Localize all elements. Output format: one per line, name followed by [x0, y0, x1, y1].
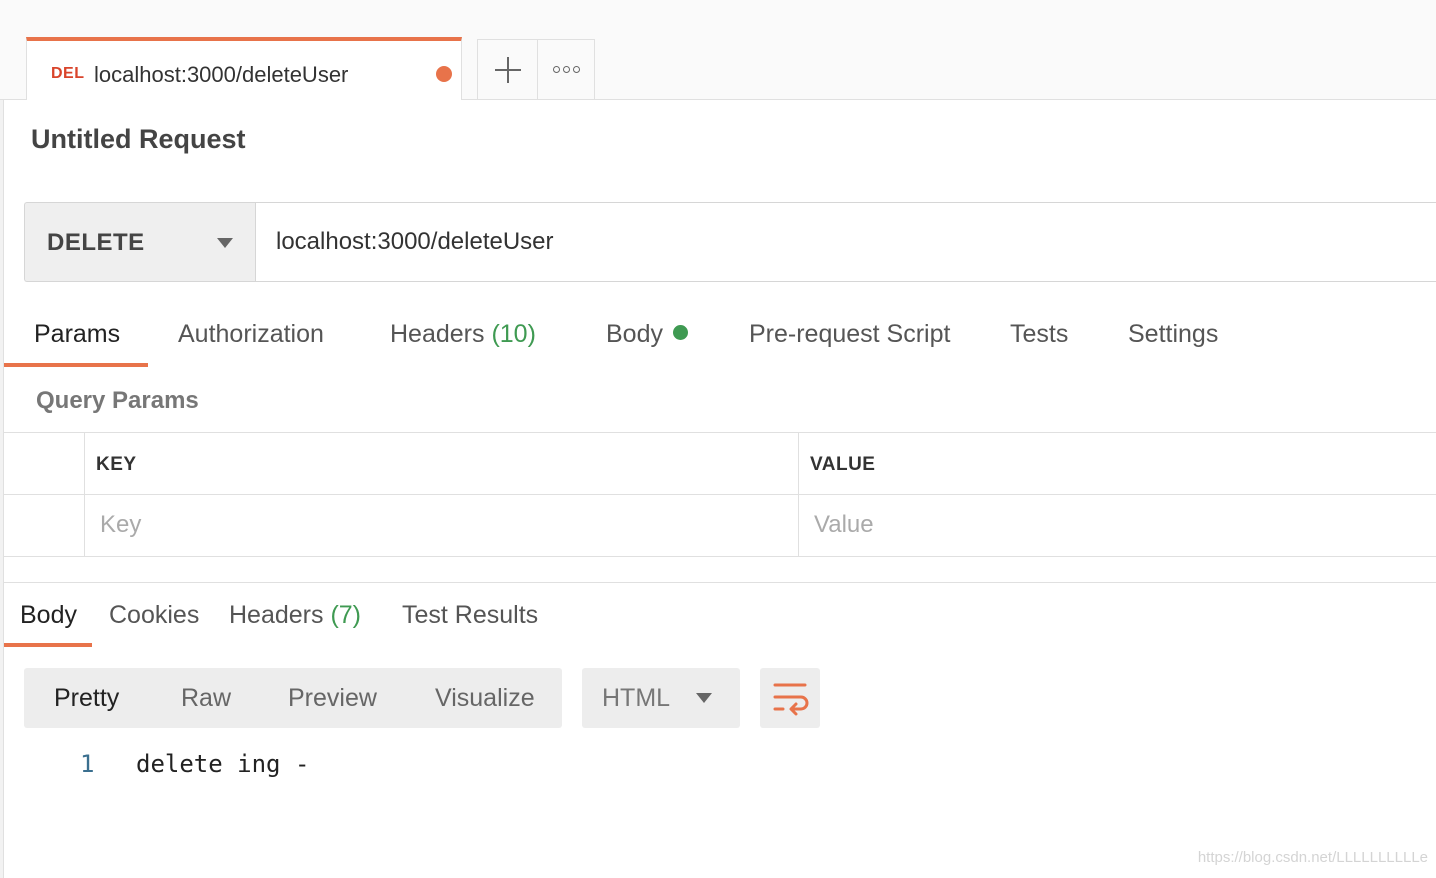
tab-strip: DEL localhost:3000/deleteUser — [0, 0, 1436, 100]
tab-tests-label: Tests — [1010, 320, 1069, 348]
active-tab-underline — [4, 363, 148, 367]
more-options-icon — [552, 66, 580, 73]
param-key-input[interactable]: Key — [100, 511, 141, 539]
tab-authorization[interactable]: Authorization — [178, 320, 324, 349]
wrap-lines-icon — [773, 683, 809, 716]
divider — [84, 433, 85, 556]
column-header-key: KEY — [96, 454, 137, 475]
postman-window: DEL localhost:3000/deleteUser Untitled R… — [0, 0, 1436, 878]
request-name[interactable]: Untitled Request — [31, 124, 246, 155]
tab-body[interactable]: Body — [606, 320, 688, 349]
chevron-down-icon — [696, 693, 712, 703]
response-tab-headers-label: Headers — [229, 601, 324, 629]
response-tab-body[interactable]: Body — [20, 601, 77, 630]
response-tab-test-results-label: Test Results — [402, 601, 539, 629]
tab-pre-request-script[interactable]: Pre-request Script — [749, 320, 950, 349]
param-value-input[interactable]: Value — [814, 511, 874, 539]
divider — [798, 433, 799, 556]
wrap-lines-button[interactable] — [760, 668, 820, 728]
plus-icon — [495, 56, 521, 83]
tab-more-button[interactable] — [537, 39, 595, 99]
watermark: https://blog.csdn.net/LLLLLLLLLLe — [1197, 849, 1428, 866]
tab-method-badge: DEL — [51, 65, 85, 82]
view-mode-raw[interactable]: Raw — [181, 684, 231, 713]
body-status-dot-icon — [672, 325, 688, 340]
response-view-mode-group: Pretty Raw Preview Visualize — [24, 668, 562, 728]
response-tab-cookies-label: Cookies — [109, 601, 200, 629]
tab-settings-label: Settings — [1128, 320, 1219, 348]
tab-title: localhost:3000/deleteUser — [94, 62, 349, 87]
unsaved-dot-icon — [436, 66, 452, 82]
response-format-label: HTML — [602, 684, 671, 712]
active-response-tab-underline — [4, 643, 92, 647]
tab-headers[interactable]: Headers (10) — [390, 320, 536, 349]
view-mode-pretty[interactable]: Pretty — [54, 684, 119, 713]
line-number: 1 — [80, 750, 95, 778]
response-tab-cookies[interactable]: Cookies — [109, 601, 199, 630]
tab-headers-label: Headers — [390, 320, 485, 348]
url-input[interactable] — [255, 202, 1436, 282]
method-dropdown-label: DELETE — [47, 229, 145, 256]
method-dropdown[interactable]: DELETE — [24, 202, 256, 282]
response-format-dropdown[interactable]: HTML — [582, 668, 740, 728]
view-mode-visualize[interactable]: Visualize — [435, 684, 535, 713]
divider — [4, 556, 1436, 557]
response-divider — [4, 582, 1436, 583]
new-tab-button[interactable] — [477, 39, 538, 99]
chevron-down-icon — [217, 238, 233, 248]
request-tab-active[interactable]: DEL localhost:3000/deleteUser — [26, 37, 462, 100]
query-params-title: Query Params — [36, 387, 199, 414]
tab-params-label: Params — [34, 320, 121, 348]
response-tab-test-results[interactable]: Test Results — [402, 601, 538, 630]
left-sidebar-edge — [0, 0, 4, 878]
divider — [4, 494, 1436, 495]
response-tab-headers[interactable]: Headers (7) — [229, 601, 361, 630]
tab-params[interactable]: Params — [34, 320, 120, 349]
view-mode-preview[interactable]: Preview — [288, 684, 377, 713]
response-code-line: delete ing - — [136, 750, 310, 778]
tab-tests[interactable]: Tests — [1010, 320, 1068, 349]
tab-body-label: Body — [606, 320, 663, 348]
divider — [4, 432, 1436, 433]
tab-settings[interactable]: Settings — [1128, 320, 1218, 349]
tab-authorization-label: Authorization — [178, 320, 324, 348]
column-header-value: VALUE — [810, 454, 876, 475]
tab-headers-count: (10) — [491, 320, 536, 348]
response-tab-body-label: Body — [20, 601, 77, 629]
tab-pre-request-label: Pre-request Script — [749, 320, 951, 348]
response-tab-headers-count: (7) — [330, 601, 362, 629]
